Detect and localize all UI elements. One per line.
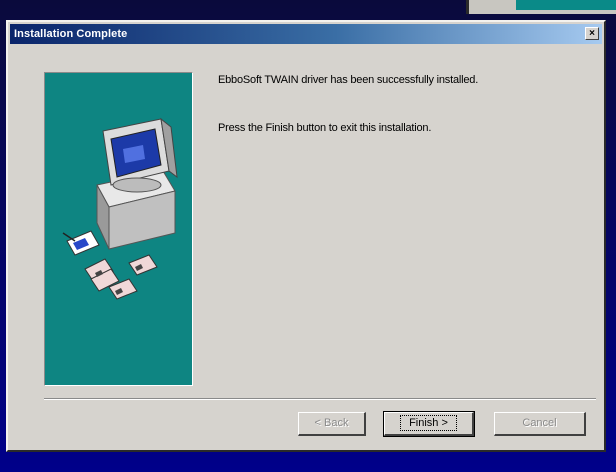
finish-button[interactable]: Finish >: [383, 411, 475, 437]
background-window-teal: [516, 0, 616, 10]
dialog-title: Installation Complete: [14, 28, 128, 40]
wizard-side-panel: [44, 72, 193, 386]
finish-button-label: Finish >: [400, 415, 457, 431]
button-separator: [44, 398, 596, 400]
computer-illustration: [62, 117, 178, 300]
installation-dialog: Installation Complete × EbboSoft TWAIN d…: [6, 20, 606, 452]
finish-instruction: Press the Finish button to exit this ins…: [218, 122, 432, 134]
computer-icon: [96, 117, 178, 250]
cancel-button[interactable]: Cancel: [494, 412, 586, 436]
close-button[interactable]: ×: [585, 27, 599, 40]
success-message: EbboSoft TWAIN driver has been successfu…: [218, 74, 479, 86]
title-bar[interactable]: Installation Complete ×: [10, 24, 602, 44]
back-button[interactable]: < Back: [298, 412, 366, 436]
close-icon: ×: [589, 28, 595, 39]
